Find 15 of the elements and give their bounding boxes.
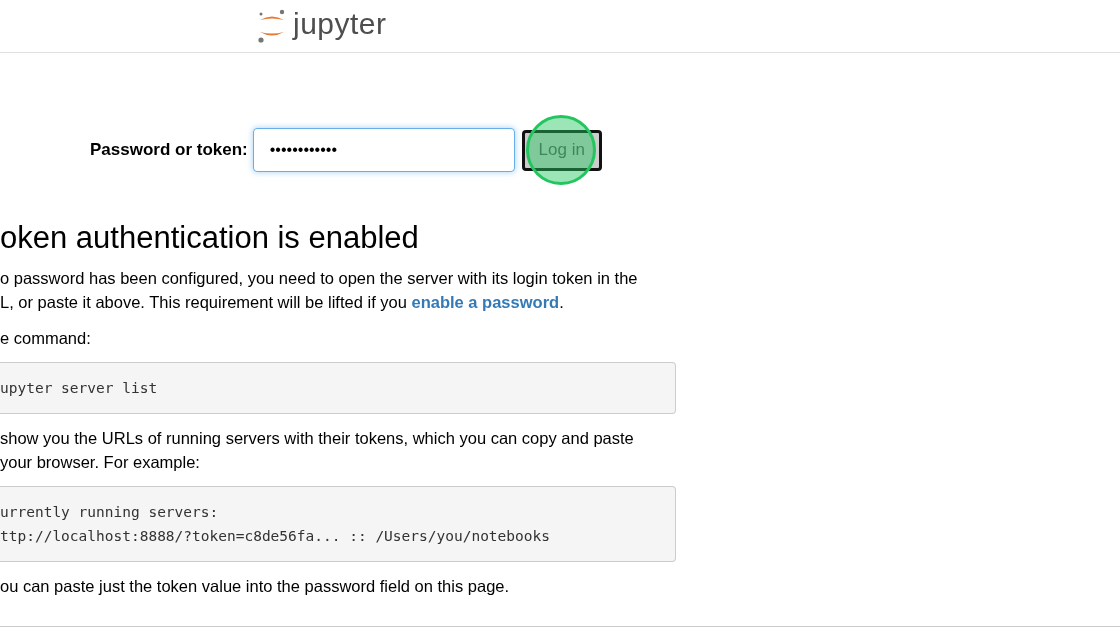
- password-label: Password or token:: [90, 140, 248, 160]
- paragraph-line: ou can paste just the token value into the password field on this page.: [0, 576, 511, 597]
- password-field[interactable]: ••••••••••••: [252, 128, 515, 172]
- code-line: urrently running servers:: [0, 503, 220, 522]
- code-line: ttp://localhost:8888/?token=c8de56fa... :: /Users/you/notebooks: [0, 527, 551, 546]
- paragraph-line: o password has been configured, you need to open the server with its login token in the: [0, 268, 639, 289]
- enable-password-link[interactable]: enable a password: [411, 293, 560, 311]
- logo-text[interactable]: jupyter: [293, 7, 387, 41]
- section-heading: oken authentication is enabled: [0, 220, 420, 256]
- code-line: upyter server list: [0, 379, 159, 398]
- paragraph-line: e command:: [0, 328, 92, 349]
- jupyter-logo-icon: [257, 8, 287, 44]
- paragraph-line: L, or paste it above. This requirement will be lifted if you enable a password.: [0, 292, 565, 313]
- paragraph-line: your browser. For example:: [0, 452, 201, 473]
- paragraph-line: show you the URLs of running servers with their tokens, which you can copy and paste: [0, 428, 635, 449]
